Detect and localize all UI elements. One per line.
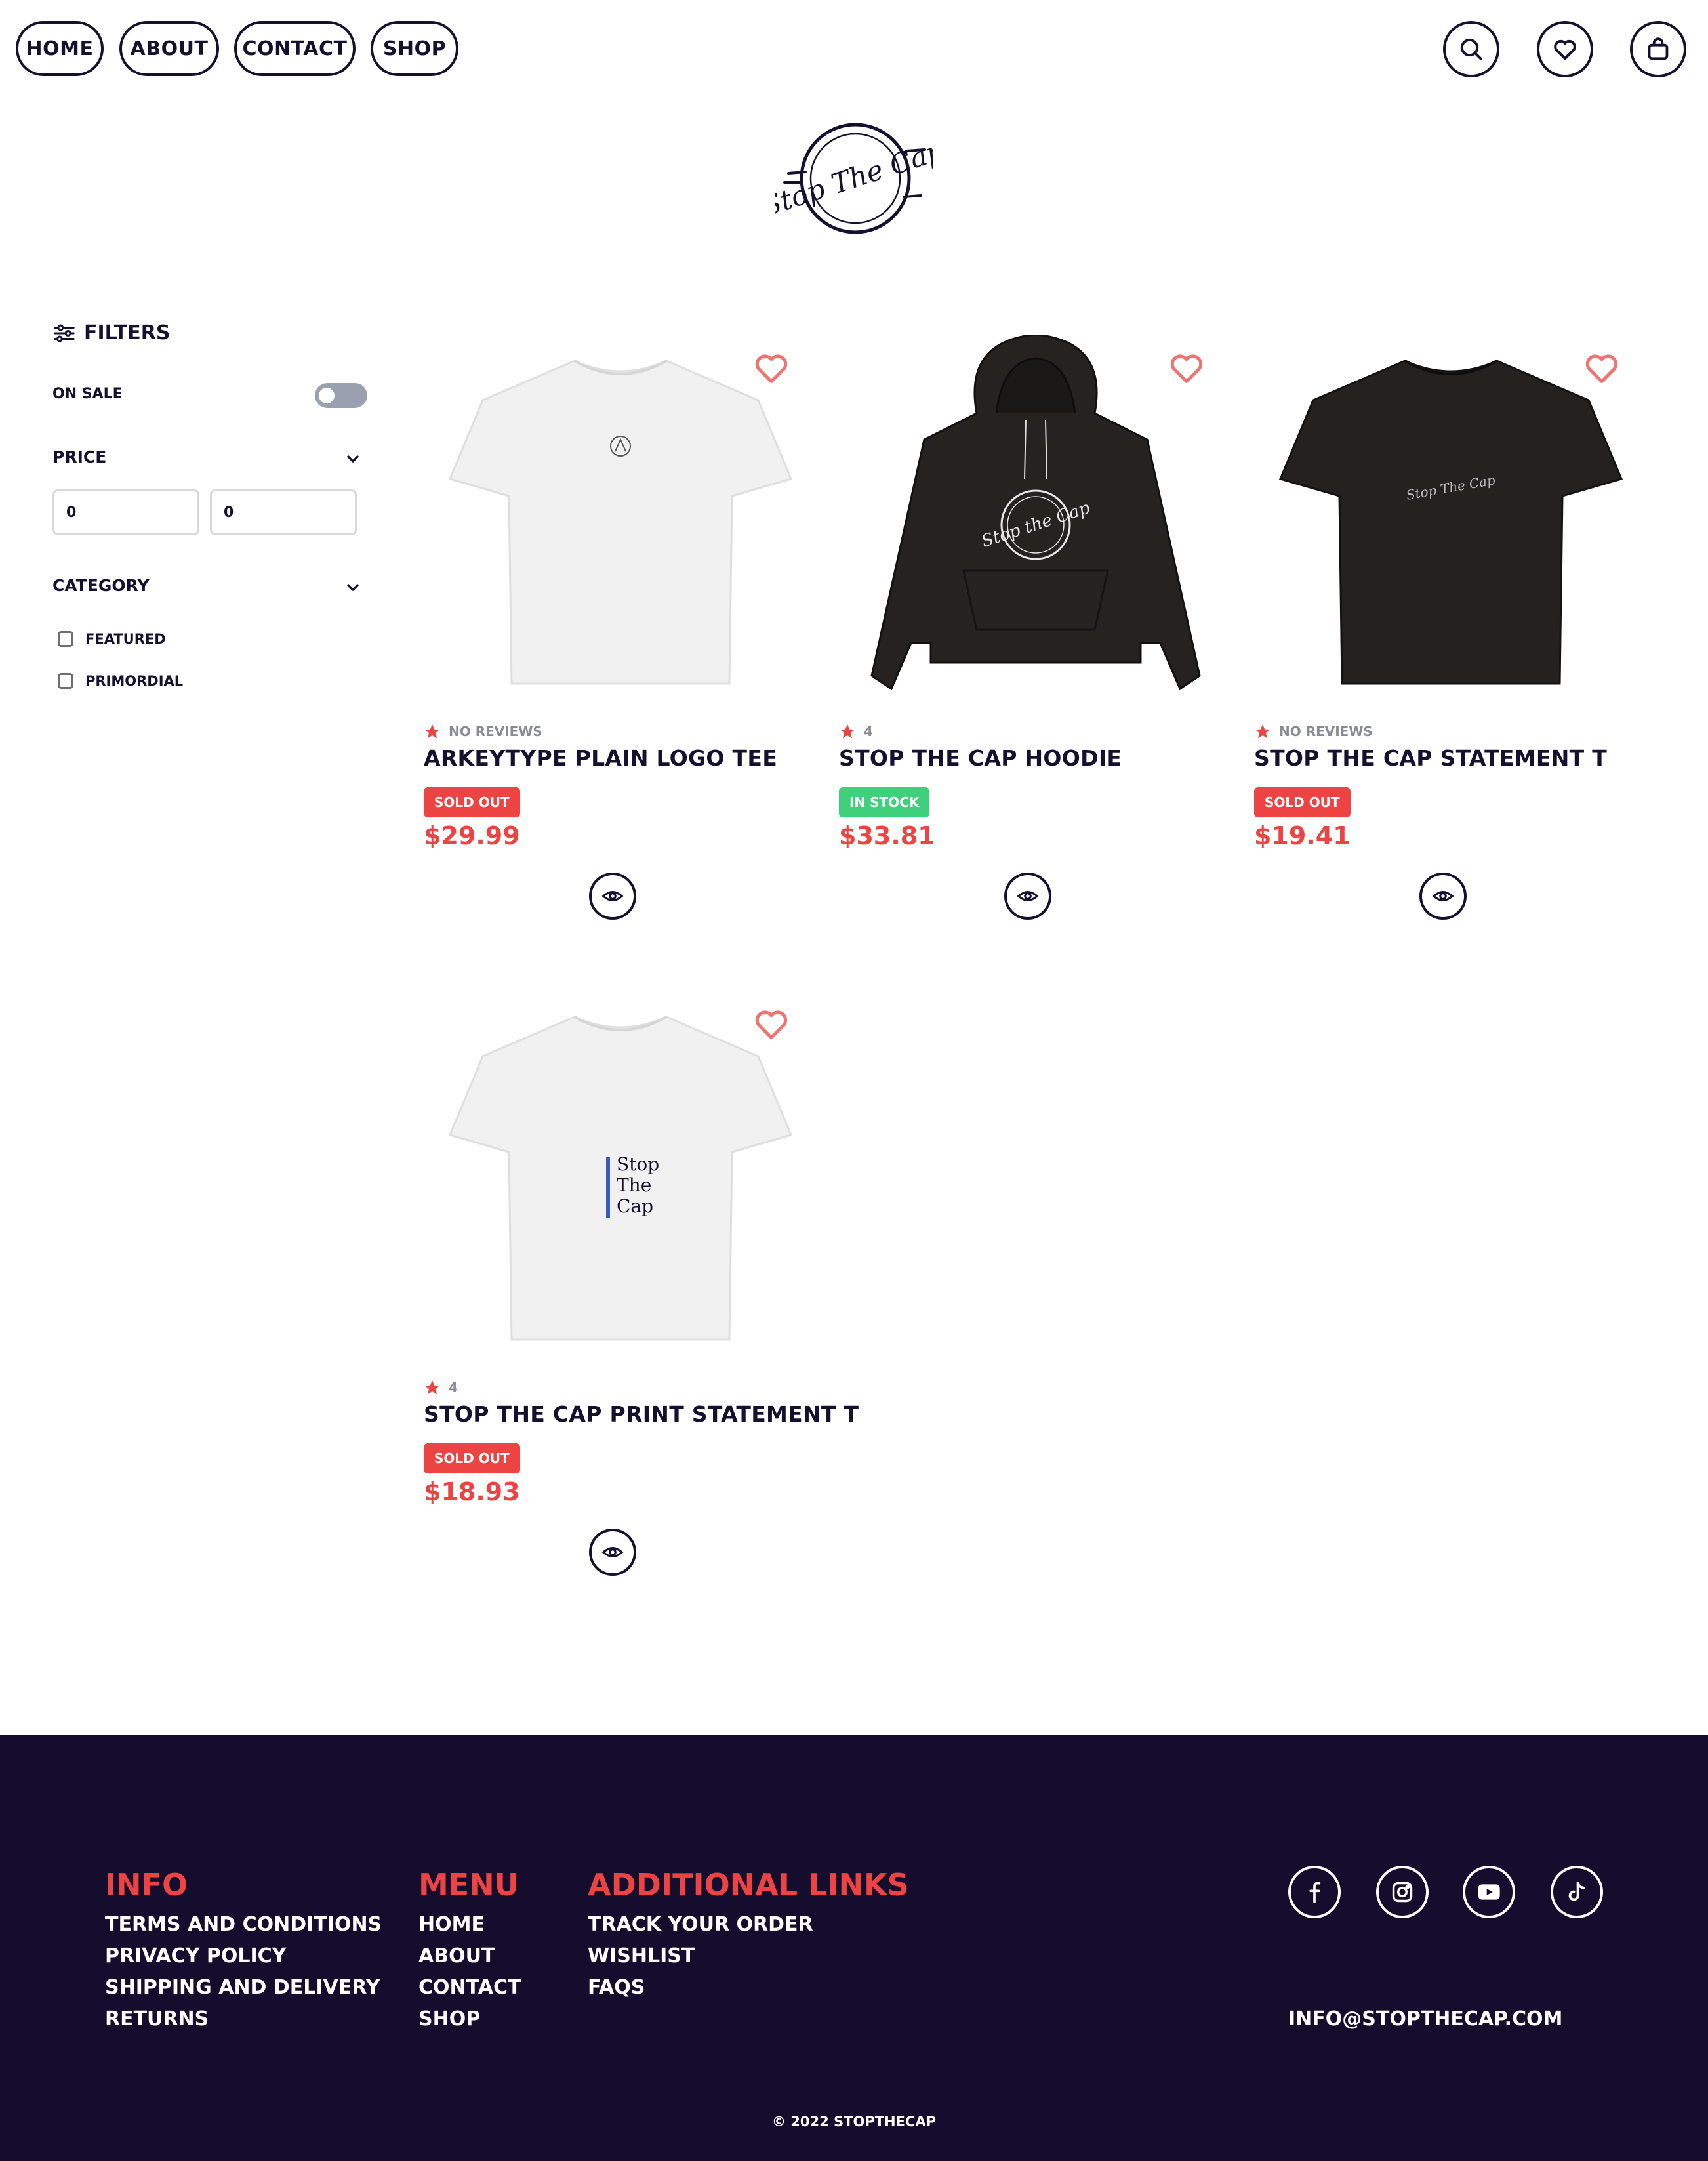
- chevron-down-icon[interactable]: [344, 580, 362, 596]
- tiktok-icon: [1568, 1881, 1585, 1901]
- footer-link-faqs[interactable]: FAQS: [588, 1976, 645, 1999]
- footer-additional-heading: ADDITIONAL LINKS: [588, 1867, 909, 1903]
- footer-link-returns[interactable]: RETURNS: [105, 2007, 209, 2030]
- footer-link-track-order[interactable]: TRACK YOUR ORDER: [588, 1913, 813, 1936]
- product-title[interactable]: ARKEYTYPE PLAIN LOGO TEE: [424, 745, 844, 771]
- product-image[interactable]: Stop the Cap: [839, 328, 1232, 709]
- filters-header: FILTERS: [52, 321, 170, 344]
- stock-badge: SOLD OUT: [424, 1443, 520, 1473]
- quick-view-button[interactable]: [1004, 873, 1051, 920]
- filters-title: FILTERS: [84, 321, 171, 344]
- quick-view-button[interactable]: [589, 1529, 636, 1576]
- price-label: PRICE: [52, 447, 107, 466]
- footer-link-home[interactable]: HOME: [418, 1913, 485, 1936]
- stock-badge: SOLD OUT: [1254, 787, 1351, 817]
- youtube-icon: [1478, 1884, 1500, 1900]
- product-price: $33.81: [839, 821, 935, 850]
- svg-text:Stop: Stop: [617, 1153, 659, 1175]
- toggle-knob: [319, 388, 335, 403]
- nav-home[interactable]: HOME: [16, 21, 104, 76]
- product-card: Stop the Cap 4 STOP THE CAP HOODIE IN ST…: [839, 328, 1232, 958]
- product-card: Stop The Cap 4 STOP THE CAP PRINT STATEM…: [424, 984, 859, 1614]
- eye-icon: [601, 891, 624, 901]
- product-title[interactable]: STOP THE CAP HOODIE: [839, 745, 1259, 771]
- footer-info-heading: INFO: [105, 1867, 188, 1903]
- logo-icon: Stop The Cap: [758, 123, 948, 234]
- product-image[interactable]: Stop The Cap: [424, 984, 817, 1365]
- instagram-icon: [1392, 1882, 1413, 1903]
- product-card: NO REVIEWS ARKEYTYPE PLAIN LOGO TEE SOLD…: [424, 328, 817, 958]
- footer-link-contact[interactable]: CONTACT: [418, 1976, 521, 1999]
- product-price: $29.99: [424, 821, 520, 850]
- product-card: Stop The Cap NO REVIEWS STOP THE CAP STA…: [1254, 328, 1648, 958]
- footer-link-privacy[interactable]: PRIVACY POLICY: [105, 1945, 286, 1967]
- svg-text:The: The: [617, 1174, 651, 1196]
- star-icon: [840, 724, 855, 739]
- copyright: © 2022 STOPTHECAP: [771, 2114, 937, 2130]
- product-rating: 4: [839, 723, 873, 740]
- footer-link-about[interactable]: ABOUT: [418, 1945, 495, 1967]
- instagram-link[interactable]: [1376, 1866, 1429, 1918]
- heart-icon: [1554, 39, 1576, 60]
- wishlist-heart-icon[interactable]: [1583, 352, 1620, 384]
- product-price: $19.41: [1254, 821, 1351, 850]
- star-icon: [425, 1380, 439, 1395]
- category-primordial-label: PRIMORDIAL: [85, 673, 184, 689]
- facebook-icon: [1309, 1882, 1321, 1903]
- star-icon: [425, 724, 439, 739]
- cart-button[interactable]: [1630, 21, 1686, 77]
- bag-icon: [1648, 37, 1669, 60]
- category-primordial-checkbox[interactable]: [58, 673, 73, 689]
- on-sale-label: ON SALE: [52, 386, 123, 402]
- rating-text: 4: [449, 1380, 458, 1395]
- site-logo[interactable]: Stop The Cap: [758, 119, 948, 237]
- eye-icon: [1432, 891, 1454, 901]
- footer-link-shop[interactable]: SHOP: [418, 2007, 480, 2030]
- product-price: $18.93: [424, 1477, 520, 1506]
- product-rating: NO REVIEWS: [424, 723, 542, 740]
- search-icon: [1460, 38, 1482, 60]
- quick-view-button[interactable]: [1419, 873, 1467, 920]
- wishlist-heart-icon[interactable]: [753, 352, 790, 384]
- product-rating: 4: [424, 1379, 458, 1396]
- category-label: CATEGORY: [52, 576, 150, 595]
- eye-icon: [601, 1547, 624, 1557]
- nav-shop[interactable]: SHOP: [371, 21, 458, 76]
- footer-link-wishlist[interactable]: WISHLIST: [588, 1945, 695, 1967]
- product-title[interactable]: STOP THE CAP PRINT STATEMENT T: [424, 1401, 859, 1427]
- stock-badge: SOLD OUT: [424, 787, 520, 817]
- search-button[interactable]: [1443, 21, 1499, 77]
- chevron-down-icon[interactable]: [344, 451, 362, 467]
- wishlist-heart-icon[interactable]: [753, 1008, 790, 1040]
- product-rating: NO REVIEWS: [1254, 723, 1373, 740]
- price-min-input[interactable]: [52, 489, 199, 535]
- footer-email[interactable]: INFO@STOPTHECAP.COM: [1288, 2007, 1562, 2030]
- category-featured-checkbox[interactable]: [58, 631, 73, 647]
- price-max-input[interactable]: [210, 489, 357, 535]
- sliders-icon: [54, 324, 75, 342]
- footer-link-terms[interactable]: TERMS AND CONDITIONS: [105, 1913, 382, 1936]
- eye-icon: [1017, 891, 1039, 901]
- tiktok-link[interactable]: [1551, 1866, 1603, 1918]
- rating-text: NO REVIEWS: [449, 724, 542, 739]
- footer-menu-heading: MENU: [418, 1867, 519, 1903]
- product-title[interactable]: STOP THE CAP STATEMENT T: [1254, 745, 1674, 771]
- rating-text: 4: [864, 724, 873, 739]
- star-icon: [1255, 724, 1270, 739]
- wishlist-button[interactable]: [1537, 21, 1593, 77]
- quick-view-button[interactable]: [589, 873, 636, 920]
- on-sale-toggle[interactable]: [315, 383, 367, 408]
- svg-text:Cap: Cap: [617, 1195, 653, 1217]
- nav-about[interactable]: ABOUT: [119, 21, 219, 76]
- rating-text: NO REVIEWS: [1279, 724, 1373, 739]
- category-featured-label: FEATURED: [85, 631, 166, 647]
- nav-contact[interactable]: CONTACT: [234, 21, 356, 76]
- stock-badge: IN STOCK: [839, 787, 930, 817]
- wishlist-heart-icon[interactable]: [1168, 352, 1205, 384]
- product-image[interactable]: Stop The Cap: [1254, 328, 1648, 709]
- youtube-link[interactable]: [1463, 1866, 1515, 1918]
- footer-link-shipping[interactable]: SHIPPING AND DELIVERY: [105, 1976, 380, 1999]
- facebook-link[interactable]: [1288, 1866, 1341, 1918]
- product-image[interactable]: [424, 328, 817, 709]
